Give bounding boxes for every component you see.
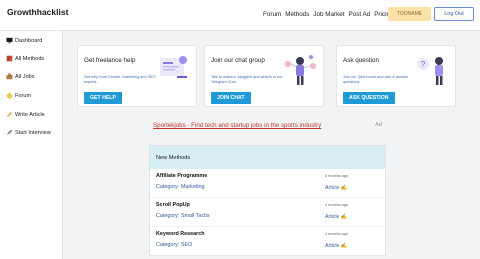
method-row[interactable]: Keyword Research Category: SEO 4 months … <box>150 227 385 256</box>
card-description: Join our Q&A forum and ask or answer que… <box>343 75 409 84</box>
monitor-icon <box>6 37 13 44</box>
method-type: Article ✍ <box>325 185 348 191</box>
sidebar-item-all-methods[interactable]: All Methods <box>6 55 44 62</box>
user-button[interactable]: TOONAME <box>388 7 431 21</box>
ask-question-card: Ask question Join our Q&A forum and ask … <box>336 45 456 107</box>
method-title[interactable]: Scroll PopUp <box>156 202 190 208</box>
method-age: 4 months ago <box>325 232 349 236</box>
method-category[interactable]: Category: Small Tactis <box>156 213 210 219</box>
pencil-icon <box>6 111 13 118</box>
sidebar-item-forum[interactable]: Forum <box>6 92 31 99</box>
freelance-help-card: Get freelance help Get help from Growth,… <box>77 45 197 107</box>
get-help-button[interactable]: GET HELP <box>84 92 122 104</box>
chat-illustration-icon <box>285 55 316 85</box>
method-age: 5 months ago <box>325 174 349 178</box>
join-chat-button[interactable]: JOIN CHAT <box>211 92 251 104</box>
ad-tag: Ad <box>375 122 383 128</box>
rocket-icon <box>6 129 13 136</box>
card-title: Ask question <box>343 57 380 64</box>
sidebar-item-all-jobs[interactable]: All Jobs <box>6 73 35 80</box>
ad-link[interactable]: Sportekjobs - Find tech and startup jobs… <box>153 122 321 129</box>
hand-icon <box>6 92 13 99</box>
question-illustration-icon: ? <box>417 57 443 85</box>
method-type: Article ✍ <box>325 243 348 249</box>
briefcase-icon <box>6 73 13 80</box>
sidebar-item-label: Dashboard <box>15 37 43 44</box>
svg-text:?: ? <box>421 60 426 69</box>
sidebar-item-start-interview[interactable]: Start Interview <box>6 129 51 136</box>
logo[interactable]: Growthhacklist <box>7 7 68 17</box>
sidebar: Dashboard All Methods All Jobs Forum Wri… <box>0 31 63 259</box>
top-bar: Growthhacklist Forum Methods Job Market … <box>0 0 480 31</box>
sidebar-item-label: Write Article <box>15 111 45 118</box>
method-row[interactable]: Affiliate Programme Category: Marketing … <box>150 169 385 198</box>
ask-question-button[interactable]: ASK QUESTION <box>343 92 395 104</box>
chat-group-card: Join our chat group Talk to makers, blog… <box>204 45 324 107</box>
sidebar-item-write-article[interactable]: Write Article <box>6 111 45 118</box>
nav-methods[interactable]: Methods <box>285 11 309 18</box>
card-description: Get help from Growth, Marketing and SEO … <box>84 75 156 84</box>
sidebar-item-label: All Methods <box>15 55 45 62</box>
method-title[interactable]: Keyword Research <box>156 231 205 237</box>
nav-job-market[interactable]: Job Market <box>313 11 344 18</box>
method-category[interactable]: Category: Marketing <box>156 184 205 190</box>
freelance-illustration-icon <box>160 56 187 78</box>
logout-button[interactable]: Log Out <box>434 7 474 21</box>
card-title: Get freelance help <box>84 57 136 64</box>
method-row[interactable]: Scroll PopUp Category: Small Tactis 4 mo… <box>150 198 385 227</box>
book-icon <box>6 55 13 62</box>
method-category[interactable]: Category: SEO <box>156 242 192 248</box>
nav-forum[interactable]: Forum <box>263 11 281 18</box>
nav-post-ad[interactable]: Post Ad <box>349 11 371 18</box>
sidebar-item-label: Start Interview <box>15 129 51 136</box>
card-description: Talk to makers, bloggers and writers in … <box>211 75 283 84</box>
card-title: Join our chat group <box>211 57 265 64</box>
new-methods-panel: New Methods Affiliate Programme Category… <box>149 145 386 256</box>
method-age: 4 months ago <box>325 203 349 207</box>
sidebar-item-label: Forum <box>15 92 32 99</box>
panel-heading: New Methods <box>150 146 385 169</box>
sidebar-item-label: All Jobs <box>15 73 35 80</box>
method-title[interactable]: Affiliate Programme <box>156 173 207 179</box>
main-nav: Forum Methods Job Market Post Ad Pricing <box>263 11 393 18</box>
method-type: Article ✍ <box>325 214 348 220</box>
sidebar-item-dashboard[interactable]: Dashboard <box>6 37 42 44</box>
